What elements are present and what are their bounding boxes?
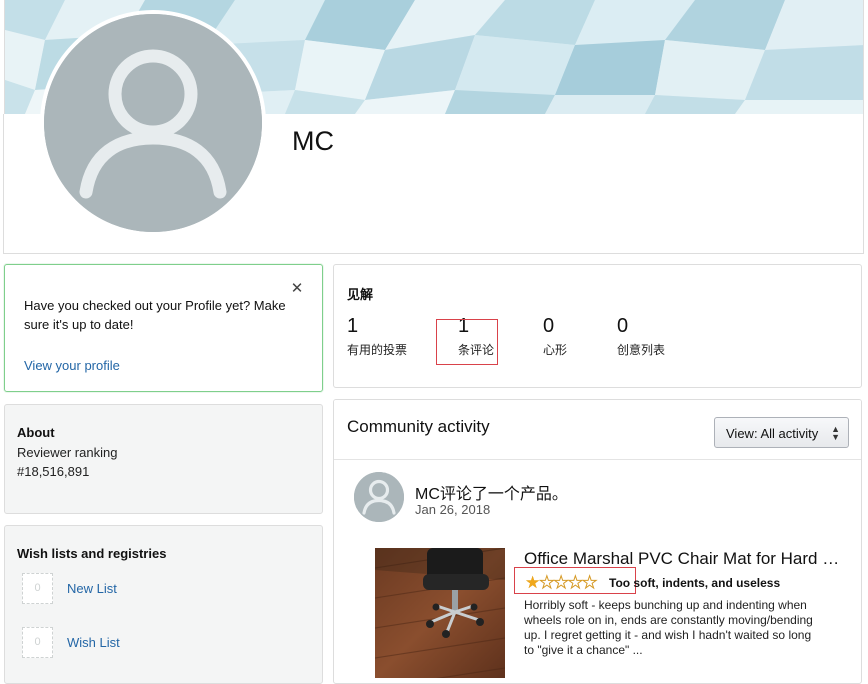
new-list-link[interactable]: New List (67, 581, 117, 596)
list-thumbnail[interactable]: 0 (22, 627, 53, 658)
updown-arrows-icon: ▲ ▼ (831, 424, 840, 442)
activity-view-dropdown[interactable]: View: All activity ▲ ▼ (714, 417, 849, 448)
helpful-votes-count[interactable]: 1 (347, 315, 358, 338)
review-title[interactable]: Too soft, indents, and useless (609, 576, 780, 590)
product-image[interactable] (375, 548, 505, 678)
wishlists-card: Wish lists and registries 0 New List 0 W… (4, 525, 323, 684)
activity-header: Community activity View: All activity ▲ ▼ (334, 400, 861, 460)
view-profile-link[interactable]: View your profile (24, 358, 120, 373)
helpful-votes-label: 有用的投票 (347, 343, 408, 357)
view-dropdown-label: View: All activity (726, 426, 819, 441)
hearts-label: 心形 (543, 343, 568, 357)
review-body: Horribly soft - keeps bunching up and in… (524, 598, 813, 657)
profile-avatar[interactable] (40, 10, 266, 236)
product-title-link[interactable]: Office Marshal PVC Chair Mat for Hard Fl… (524, 549, 844, 569)
insights-title: 见解 (347, 287, 374, 302)
activity-headline: MC评论了一个产品。 (415, 486, 568, 503)
activity-avatar[interactable] (354, 472, 404, 522)
activity-date: Jan 26, 2018 (415, 502, 491, 517)
user-silhouette-icon (354, 472, 404, 522)
hearts-count[interactable]: 0 (543, 315, 554, 338)
wish-list-link[interactable]: Wish List (67, 635, 120, 650)
list-thumbnail[interactable]: 0 (22, 573, 53, 604)
idea-lists-label: 创意列表 (617, 343, 666, 357)
chair-mat-product-photo (375, 548, 505, 678)
about-title: About (17, 425, 55, 440)
notice-text: Have you checked out your Profile yet? M… (24, 298, 286, 332)
profile-name: MC (292, 126, 334, 156)
wishlists-title: Wish lists and registries (17, 546, 167, 561)
reviewer-ranking-label: Reviewer ranking (17, 445, 118, 460)
idea-lists-count[interactable]: 0 (617, 315, 628, 338)
about-card: About Reviewer ranking #18,516,891 (4, 404, 323, 514)
profile-notice-card: ✕ Have you checked out your Profile yet?… (4, 264, 323, 392)
activity-title: Community activity (347, 417, 490, 436)
user-silhouette-icon (44, 14, 262, 232)
reviewer-ranking-value: #18,516,891 (17, 464, 90, 479)
close-icon[interactable]: ✕ (289, 281, 305, 297)
reviews-highlight-box (436, 319, 498, 365)
community-activity-card: Community activity View: All activity ▲ ▼… (333, 399, 862, 684)
insights-card: 见解 1 有用的投票 1 条评论 0 心形 0 创意列表 (333, 264, 862, 388)
